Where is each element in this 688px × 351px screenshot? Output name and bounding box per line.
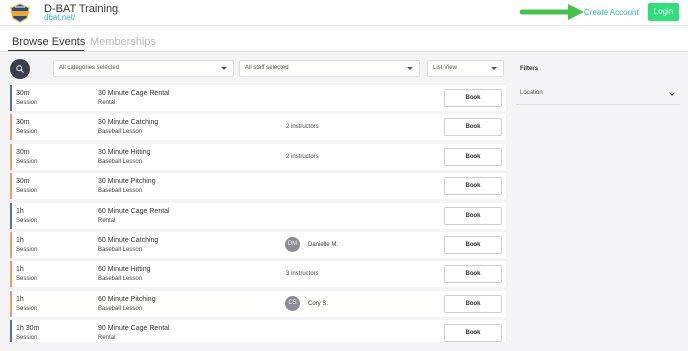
event-duration: 1h xyxy=(16,266,24,273)
event-category: Baseball Lesson xyxy=(98,129,143,135)
top-header: D-BAT Training dbat.net/ Create Account … xyxy=(0,0,688,26)
event-duration: 30m xyxy=(16,119,30,126)
book-button[interactable]: Book xyxy=(444,148,502,166)
event-name: 30 Minute Hitting xyxy=(98,149,151,156)
event-row[interactable]: 30m Session 30 Minute Pitching Baseball … xyxy=(10,173,506,199)
tab-memberships[interactable]: Memberships xyxy=(90,36,156,48)
dbat-logo-icon[interactable] xyxy=(9,3,31,23)
event-row[interactable]: 1h Session 60 Minute Hitting Baseball Le… xyxy=(10,261,506,287)
filters-title: Filters xyxy=(520,66,539,72)
event-category: Rental xyxy=(98,100,116,106)
instructor-count: 2 instructors xyxy=(286,124,319,130)
category-select-value: All categories selected xyxy=(59,65,120,71)
event-category: Rental xyxy=(98,335,116,341)
event-row[interactable]: 1h Session 60 Minute Pitching Baseball L… xyxy=(10,291,506,317)
event-row[interactable]: 30m Session 30 Minute Cage Rental Rental… xyxy=(10,85,506,111)
divider xyxy=(0,51,688,52)
book-button[interactable]: Book xyxy=(444,207,502,225)
event-type: Session xyxy=(16,159,38,165)
event-category: Baseball Lesson xyxy=(98,247,143,253)
event-name: 90 Minute Cage Rental xyxy=(98,325,170,332)
book-button[interactable]: Book xyxy=(444,118,502,136)
event-duration: 1h xyxy=(16,208,24,215)
tab-browse-events[interactable]: Browse Events xyxy=(12,36,85,48)
event-duration: 30m xyxy=(16,149,30,156)
staff-select-value: All staff selected xyxy=(245,65,289,71)
search-icon xyxy=(16,65,24,73)
book-button[interactable]: Book xyxy=(444,177,502,195)
event-row[interactable]: 1h Session 60 Minute Cage Rental Rental … xyxy=(10,203,506,229)
event-name: 30 Minute Cage Rental xyxy=(98,90,170,97)
event-duration: 30m xyxy=(16,178,30,185)
staff-select[interactable]: All staff selected xyxy=(239,60,420,77)
event-category: Baseball Lesson xyxy=(98,188,143,194)
arrow-right-icon xyxy=(520,4,584,20)
location-filter-label: Location xyxy=(520,90,543,96)
book-button[interactable]: Book xyxy=(444,89,502,107)
event-type: Session xyxy=(16,188,38,194)
event-type: Session xyxy=(16,100,38,106)
staff-name: Cory S. xyxy=(308,301,329,307)
divider xyxy=(516,104,680,105)
event-row[interactable]: 30m Session 30 Minute Hitting Baseball L… xyxy=(10,144,506,170)
chevron-down-icon xyxy=(407,67,413,70)
staff-name: Danielle M. xyxy=(308,242,339,248)
event-type: Session xyxy=(16,247,38,253)
event-name: 60 Minute Catching xyxy=(98,237,159,244)
category-select[interactable]: All categories selected xyxy=(53,60,234,77)
book-button[interactable]: Book xyxy=(444,265,502,283)
search-button[interactable] xyxy=(10,59,30,79)
create-account-link[interactable]: Create Account xyxy=(584,8,639,17)
brand-url[interactable]: dbat.net/ xyxy=(44,13,75,22)
event-name: 30 Minute Catching xyxy=(98,119,159,126)
tab-bar: Browse Events Memberships xyxy=(0,26,688,52)
event-duration: 1h xyxy=(16,296,24,303)
event-category: Baseball Lesson xyxy=(98,159,143,165)
event-category: Baseball Lesson xyxy=(98,276,143,282)
event-name: 60 Minute Hitting xyxy=(98,266,151,273)
chevron-down-icon xyxy=(491,67,497,70)
book-button[interactable]: Book xyxy=(444,295,502,313)
chevron-down-icon xyxy=(221,67,227,70)
instructor-count: 3 instructors xyxy=(286,271,319,277)
event-row[interactable]: 1h 30m Session 90 Minute Cage Rental Ren… xyxy=(10,320,506,342)
event-name: 60 Minute Pitching xyxy=(98,296,156,303)
event-category: Baseball Lesson xyxy=(98,306,143,312)
event-row[interactable]: 30m Session 30 Minute Catching Baseball … xyxy=(10,114,506,140)
chevron-down-icon xyxy=(669,90,675,96)
location-filter[interactable]: Location xyxy=(520,90,678,99)
instructor-count: 2 instructors xyxy=(286,154,319,160)
event-type: Session xyxy=(16,306,38,312)
event-name: 60 Minute Cage Rental xyxy=(98,208,170,215)
view-select-value: List View xyxy=(433,65,457,71)
event-type: Session xyxy=(16,335,38,341)
book-button[interactable]: Book xyxy=(444,236,502,254)
view-select[interactable]: List View xyxy=(427,60,504,77)
event-name: 30 Minute Pitching xyxy=(98,178,156,185)
staff-avatar: DM xyxy=(285,237,300,252)
event-category: Rental xyxy=(98,218,116,224)
event-type: Session xyxy=(16,276,38,282)
login-button[interactable]: Login xyxy=(648,3,679,21)
staff-avatar: CS xyxy=(285,296,300,311)
event-duration: 1h 30m xyxy=(16,325,40,332)
event-row[interactable]: 1h Session 60 Minute Catching Baseball L… xyxy=(10,232,506,258)
event-duration: 30m xyxy=(16,90,30,97)
book-button[interactable]: Book xyxy=(444,324,502,342)
event-type: Session xyxy=(16,218,38,224)
event-duration: 1h xyxy=(16,237,24,244)
event-type: Session xyxy=(16,129,38,135)
